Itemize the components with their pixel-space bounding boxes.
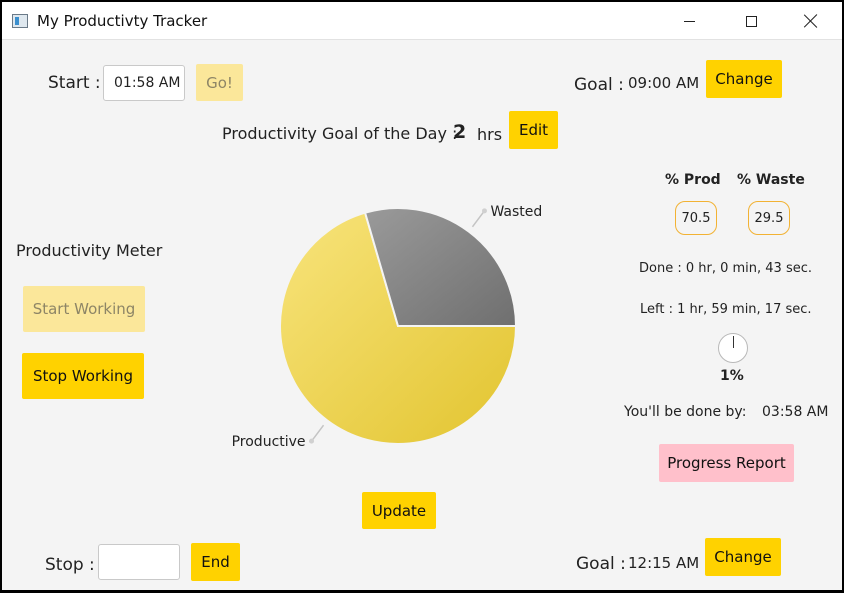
pie-leader-dot — [481, 208, 487, 214]
close-button[interactable] — [782, 2, 840, 40]
pie-leader-dot — [309, 438, 315, 444]
waste-percent-badge: 29.5 — [748, 201, 790, 235]
goal-top-change-button[interactable]: Change — [706, 60, 782, 98]
maximize-icon — [745, 15, 757, 27]
app-icon — [12, 14, 28, 28]
title-bar: My Productivty Tracker — [2, 2, 842, 40]
day-goal-unit: hrs — [477, 125, 503, 144]
goal-top-label: Goal : — [574, 75, 624, 95]
maximize-button[interactable] — [722, 2, 780, 40]
goal-bottom-label: Goal : — [576, 554, 626, 574]
end-button[interactable]: End — [191, 543, 240, 581]
stop-working-button[interactable]: Stop Working — [22, 353, 144, 399]
goal-top-time: 09:00 AM — [628, 74, 700, 92]
prod-percent-badge: 70.5 — [675, 201, 717, 235]
done-by-time: 03:58 AM — [762, 404, 829, 420]
waste-header: % Waste — [737, 172, 805, 188]
progress-percent: 1% — [720, 368, 744, 384]
start-time-input[interactable]: 01:58 AM — [103, 65, 185, 101]
progress-dial-icon — [718, 333, 748, 363]
minimize-button[interactable] — [660, 2, 718, 40]
stop-label: Stop : — [45, 555, 95, 575]
pie-leader-line — [310, 424, 325, 442]
update-button[interactable]: Update — [362, 492, 436, 529]
pie-chart-svg: Productive Wasted — [232, 204, 543, 450]
start-working-button[interactable]: Start Working — [23, 286, 145, 332]
edit-goal-button[interactable]: Edit — [509, 111, 558, 149]
done-text: Done : 0 hr, 0 min, 43 sec. — [639, 261, 813, 276]
progress-report-button[interactable]: Progress Report — [659, 444, 794, 482]
done-by-label: You'll be done by: — [624, 404, 747, 420]
left-text: Left : 1 hr, 59 min, 17 sec. — [640, 302, 812, 317]
goal-bottom-time: 12:15 AM — [628, 554, 700, 572]
pie-label-productive: Productive — [232, 434, 306, 450]
close-icon — [804, 14, 818, 28]
meter-title: Productivity Meter — [16, 241, 163, 260]
app-window: My Productivty Tracker Start : 01:58 AM … — [2, 2, 842, 590]
prod-header: % Prod — [665, 172, 721, 188]
productivity-pie-chart: Productive Wasted — [232, 182, 562, 482]
pie-label-wasted: Wasted — [490, 204, 542, 220]
start-label: Start : — [48, 73, 101, 93]
day-goal-value: 2 — [453, 121, 467, 143]
goal-bottom-change-button[interactable]: Change — [705, 538, 781, 576]
window-title: My Productivty Tracker — [37, 12, 208, 30]
minimize-icon — [683, 20, 695, 22]
pie-leader-line — [471, 210, 486, 228]
go-button[interactable]: Go! — [196, 64, 243, 101]
day-goal-label: Productivity Goal of the Day : — [222, 124, 458, 143]
stop-time-input[interactable] — [98, 544, 180, 580]
